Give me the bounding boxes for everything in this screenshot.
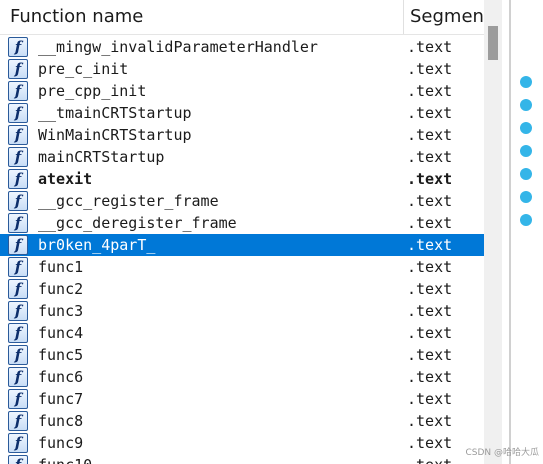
table-row[interactable]: f func4 .text — [0, 322, 484, 344]
bullet-dot-icon — [520, 122, 532, 134]
function-icon: f — [8, 411, 28, 431]
bullet-dot-icon — [520, 99, 532, 111]
function-name-cell: atexit — [38, 170, 93, 188]
table-row[interactable]: f __gcc_register_frame .text — [0, 190, 484, 212]
segment-cell: .text — [407, 324, 453, 342]
function-name-cell: mainCRTStartup — [38, 148, 165, 166]
function-icon: f — [8, 103, 28, 123]
segment-cell: .text — [407, 60, 453, 78]
function-name-cell: __mingw_invalidParameterHandler — [38, 38, 318, 56]
vertical-scrollbar[interactable] — [484, 0, 502, 464]
function-name-cell: WinMainCRTStartup — [38, 126, 192, 144]
function-icon: f — [8, 147, 28, 167]
segment-cell: .text — [407, 104, 453, 122]
segment-cell: .text — [407, 170, 453, 188]
function-name-cell: func7 — [38, 390, 84, 408]
segment-cell: .text — [407, 38, 453, 56]
function-icon: f — [8, 81, 28, 101]
function-icon: f — [8, 235, 28, 255]
function-icon: f — [8, 389, 28, 409]
pane-splitter[interactable] — [509, 0, 511, 464]
function-icon: f — [8, 323, 28, 343]
column-header-function-name[interactable]: Function name — [10, 0, 402, 34]
table-row[interactable]: f func9 .text — [0, 432, 484, 454]
function-name-cell: func5 — [38, 346, 84, 364]
scrollbar-thumb[interactable] — [488, 26, 498, 60]
function-name-cell: func2 — [38, 280, 84, 298]
segment-cell: .text — [407, 236, 453, 254]
function-icon: f — [8, 125, 28, 145]
table-row[interactable]: f func6 .text — [0, 366, 484, 388]
function-icon: f — [8, 433, 28, 453]
table-row[interactable]: f WinMainCRTStartup .text — [0, 124, 484, 146]
segment-cell: .text — [407, 192, 453, 210]
function-name-cell: func10 — [38, 454, 92, 464]
bullet-dot-icon — [520, 76, 532, 88]
function-name-cell: pre_c_init — [38, 60, 129, 78]
segment-cell: .text — [407, 258, 453, 276]
function-name-cell: br0ken_4parT_ — [38, 236, 156, 254]
function-name-cell: func1 — [38, 258, 84, 276]
table-row[interactable]: f func8 .text — [0, 410, 484, 432]
function-icon: f — [8, 59, 28, 79]
table-row[interactable]: f func3 .text — [0, 300, 484, 322]
function-name-cell: pre_cpp_init — [38, 82, 147, 100]
function-name-cell: __gcc_deregister_frame — [38, 214, 237, 232]
segment-cell: .text — [407, 454, 452, 464]
function-icon: f — [8, 191, 28, 211]
table-row[interactable]: f __mingw_invalidParameterHandler .text — [0, 36, 484, 58]
function-icon: f — [8, 257, 28, 277]
table-row[interactable]: f atexit .text — [0, 168, 484, 190]
segment-cell: .text — [407, 368, 453, 386]
function-name-cell: func6 — [38, 368, 84, 386]
function-icon: f — [8, 301, 28, 321]
table-row[interactable]: f func10 .text — [0, 454, 484, 464]
segment-cell: .text — [407, 390, 453, 408]
segment-cell: .text — [407, 302, 453, 320]
function-name-cell: __gcc_register_frame — [38, 192, 219, 210]
segment-cell: .text — [407, 434, 453, 452]
bullet-dot-icon — [520, 214, 532, 226]
table-row[interactable]: f pre_cpp_init .text — [0, 80, 484, 102]
segment-cell: .text — [407, 346, 453, 364]
segment-cell: .text — [407, 214, 453, 232]
column-divider[interactable] — [403, 0, 404, 34]
segment-cell: .text — [407, 148, 453, 166]
table-row[interactable]: f __gcc_deregister_frame .text — [0, 212, 484, 234]
function-icon: f — [8, 37, 28, 57]
table-row[interactable]: f __tmainCRTStartup .text — [0, 102, 484, 124]
function-icon: f — [8, 367, 28, 387]
segment-cell: .text — [407, 280, 453, 298]
table-row[interactable]: f func2 .text — [0, 278, 484, 300]
function-name-cell: __tmainCRTStartup — [38, 104, 192, 122]
segment-cell: .text — [407, 82, 453, 100]
table-row[interactable]: f func1 .text — [0, 256, 484, 278]
function-icon: f — [8, 279, 28, 299]
segment-cell: .text — [407, 412, 453, 430]
bullet-dot-icon — [520, 191, 532, 203]
table-row[interactable]: f func7 .text — [0, 388, 484, 410]
table-header: Function name Segment — [0, 0, 484, 35]
segment-cell: .text — [407, 126, 453, 144]
table-row[interactable]: f mainCRTStartup .text — [0, 146, 484, 168]
table-row[interactable]: f pre_c_init .text — [0, 58, 484, 80]
function-list: f __mingw_invalidParameterHandler .text f pr… — [0, 36, 484, 464]
function-name-cell: func8 — [38, 412, 84, 430]
table-row[interactable]: f br0ken_4parT_ .text — [0, 234, 484, 256]
function-icon: f — [8, 455, 28, 464]
function-icon: f — [8, 345, 28, 365]
function-icon: f — [8, 213, 28, 233]
table-row[interactable]: f func5 .text — [0, 344, 484, 366]
function-name-cell: func3 — [38, 302, 84, 320]
function-icon: f — [8, 169, 28, 189]
bullet-dot-icon — [520, 145, 532, 157]
function-name-cell: func9 — [38, 434, 84, 452]
bullet-dot-icon — [520, 168, 532, 180]
function-name-cell: func4 — [38, 324, 84, 342]
functions-window: Function name Segment f __mingw_invalidPa… — [0, 0, 484, 464]
column-header-segment[interactable]: Segment — [410, 0, 484, 34]
watermark: CSDN @哈哈大瓜 — [465, 448, 539, 458]
